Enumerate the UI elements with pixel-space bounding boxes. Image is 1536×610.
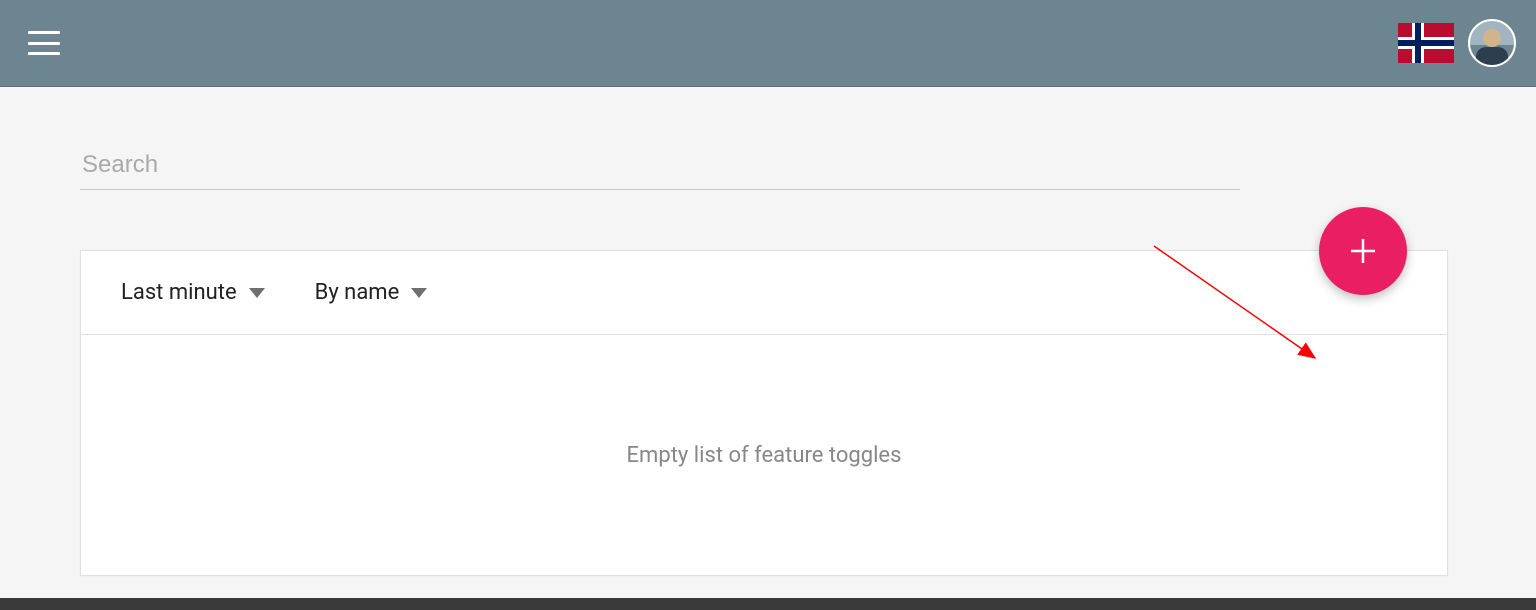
time-filter-label: Last minute [121,280,237,305]
feature-toggle-card: Last minute By name Empty list of featur… [80,250,1448,576]
sort-filter-label: By name [315,280,400,305]
search-input[interactable] [80,145,1240,190]
sort-filter[interactable]: By name [315,280,428,305]
footer-bar [0,598,1536,610]
header-right [1398,19,1516,67]
search-field-wrap [80,145,1456,190]
plus-icon [1349,237,1377,265]
locale-flag-icon[interactable] [1398,23,1454,63]
main-content: Last minute By name Empty list of featur… [0,145,1536,576]
add-button[interactable] [1319,207,1407,295]
card-filter-bar: Last minute By name [81,251,1447,335]
app-header [0,0,1536,87]
avatar[interactable] [1468,19,1516,67]
time-filter[interactable]: Last minute [121,280,265,305]
menu-icon[interactable] [28,31,60,55]
card-body: Empty list of feature toggles [81,335,1447,575]
chevron-down-icon [411,288,427,298]
chevron-down-icon [249,288,265,298]
empty-state-text: Empty list of feature toggles [627,443,902,468]
